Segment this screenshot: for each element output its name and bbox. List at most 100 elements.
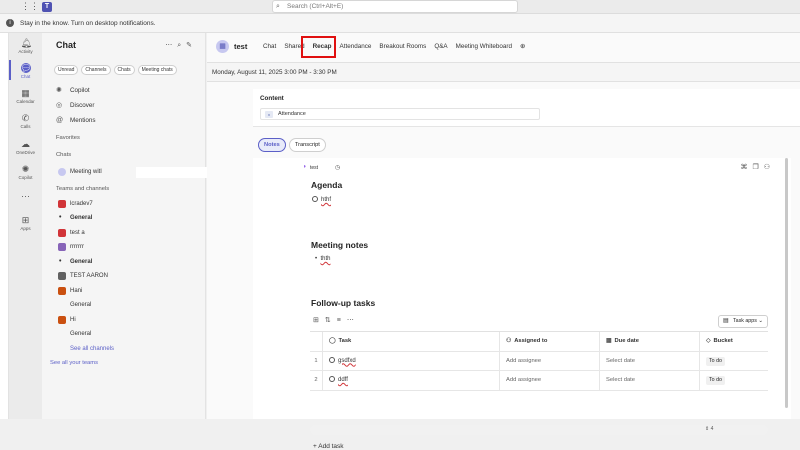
subtab-transcript[interactable]: Transcript (288, 138, 326, 152)
table-scrollbar[interactable]: ⇕ 4 (310, 425, 768, 435)
tab-qa[interactable]: Q&A (430, 43, 451, 50)
team-item[interactable]: rrrrrrr (42, 240, 206, 255)
meeting-tabs: Chat Shared Recap Attendance Breakout Ro… (259, 43, 529, 50)
history-icon[interactable]: ◷ (335, 164, 340, 171)
app-launcher-icon[interactable]: ⋮⋮ (21, 2, 39, 11)
table-view-icon[interactable]: ⊞ (313, 317, 325, 324)
favorites-header[interactable]: Favorites (42, 131, 206, 146)
add-tab-icon[interactable]: ⊕ (516, 43, 529, 50)
rail-more[interactable]: ··· (9, 191, 42, 202)
rail-apps[interactable]: ⊞ Apps (9, 215, 42, 231)
task-apps-button[interactable]: ▤ Task apps ⌄ (718, 315, 768, 328)
person-icon: ⚇ (506, 338, 512, 344)
calendar-icon: ▦ (216, 40, 229, 53)
rail-calls[interactable]: ✆ Calls (9, 113, 42, 129)
new-chat-icon[interactable]: ✎ (186, 42, 197, 49)
column-label: Bucket (713, 338, 733, 344)
doc-scrollbar[interactable] (785, 158, 788, 408)
filter-meeting-chats[interactable]: Meeting chats (137, 65, 177, 75)
checkbox-icon[interactable] (329, 356, 335, 363)
rail-active-indicator (9, 60, 11, 80)
subtab-notes[interactable]: Notes (258, 138, 286, 152)
bucket-badge: To do (706, 356, 725, 366)
rail-onedrive[interactable]: ☁︎ OneDrive (9, 139, 42, 155)
meeting-notes-heading: Meeting notes (311, 240, 369, 250)
chats-header[interactable]: Chats (42, 148, 206, 163)
assignee-cell[interactable]: Add assignee (499, 351, 599, 371)
more-icon: ··· (21, 191, 30, 201)
team-item[interactable]: lcradev7 (42, 197, 206, 212)
bucket-cell[interactable]: To do (699, 371, 768, 391)
column-header-bucket[interactable]: ◇ Bucket (699, 332, 768, 352)
notes-bullet[interactable]: • thth (315, 256, 330, 262)
tab-breakout-rooms[interactable]: Breakout Rooms (375, 43, 430, 50)
search-icon[interactable]: ⌕ (177, 42, 186, 49)
teams-header[interactable]: Teams and channels (42, 182, 206, 197)
due-date-cell[interactable]: Select date (599, 351, 699, 371)
channel-item[interactable]: • General (42, 255, 206, 270)
tab-meeting-whiteboard[interactable]: Meeting Whiteboard (452, 43, 516, 50)
meeting-chat-label: Meeting witl (70, 169, 102, 175)
rail-calendar[interactable]: ▦ Calendar (9, 88, 42, 104)
channel-item[interactable]: General (42, 327, 206, 342)
column-header-due[interactable]: ▦ Due date (599, 332, 699, 352)
column-header-assigned[interactable]: ⚇ Assigned to (499, 332, 599, 352)
agenda-heading: Agenda (311, 180, 343, 190)
bucket-badge: To do (706, 376, 725, 385)
task-apps-label: Task apps (733, 318, 757, 324)
people-icon[interactable]: ⚇ (764, 164, 775, 171)
filter-channels[interactable]: Channels (81, 65, 111, 75)
assignee-cell[interactable]: Add assignee (499, 371, 599, 391)
sort-icon[interactable]: ⇅ (325, 317, 337, 324)
channel-label: General (70, 302, 92, 308)
row-number-header (310, 332, 322, 352)
filter-chats[interactable]: Chats (113, 65, 135, 75)
nav-discover[interactable]: ◎ Discover (42, 98, 206, 113)
followup-heading: Follow-up tasks (311, 298, 376, 308)
doc-author-name: test (310, 165, 319, 171)
task-cell[interactable]: ddff (322, 371, 499, 391)
filter-icon[interactable]: ≡ (337, 317, 347, 324)
agenda-item[interactable]: hthf (312, 196, 331, 203)
team-item[interactable]: Hani (42, 284, 206, 299)
filter-unread[interactable]: Unread (54, 65, 79, 75)
channel-item[interactable]: General (42, 298, 206, 313)
checkbox-icon[interactable] (329, 376, 335, 382)
tab-attendance[interactable]: Attendance (336, 43, 376, 50)
recap-highlight-box (301, 36, 336, 58)
share-icon[interactable]: ⌘ (740, 164, 752, 171)
bucket-cell[interactable]: To do (699, 351, 768, 371)
task-cell[interactable]: gsdfxd (322, 351, 499, 371)
rail-label: Activity (18, 49, 33, 54)
channel-item[interactable]: • General (42, 211, 206, 226)
team-item[interactable]: Hi (42, 313, 206, 328)
title-bar: ⋮⋮ T ⌕ Search (Ctrl+Alt+E) (0, 0, 800, 14)
add-task-button[interactable]: + Add task (313, 443, 344, 450)
team-item[interactable]: test a (42, 226, 206, 241)
rail-chat[interactable]: 💬︎ Chat (9, 63, 42, 79)
more-options-icon[interactable]: ⋯ (347, 317, 360, 324)
search-input[interactable]: ⌕ Search (Ctrl+Alt+E) (272, 0, 518, 13)
meeting-chat-item[interactable]: Meeting witl (42, 165, 224, 180)
calendar-icon: ▦ (21, 88, 30, 98)
rail-activity[interactable]: 🔔︎ Activity (9, 38, 42, 54)
copy-icon[interactable]: ❐ (752, 164, 763, 171)
copilot-icon: ✺ (21, 164, 30, 174)
team-item[interactable]: TEST AARON (42, 269, 206, 284)
unread-dot-icon: • (59, 214, 62, 221)
phone-icon: ✆ (21, 113, 30, 123)
notes-document[interactable]: ◗ test ◷ ⌘❐⚇ Agenda hthf Meeting notes •… (253, 158, 791, 450)
checkbox-icon[interactable] (312, 196, 318, 202)
more-options-icon[interactable]: ⋯ (165, 42, 177, 49)
nav-mentions[interactable]: @ Mentions (42, 113, 206, 128)
nav-copilot[interactable]: ✺ Copilot (42, 83, 206, 98)
tab-chat[interactable]: Chat (259, 43, 280, 50)
see-all-teams-link[interactable]: See all your teams (42, 356, 206, 371)
rail-copilot[interactable]: ✺ Copilot (9, 164, 42, 180)
team-avatar (58, 199, 66, 208)
see-all-channels-link[interactable]: See all channels (42, 342, 206, 357)
due-date-cell[interactable]: Select date (599, 371, 699, 391)
column-header-task[interactable]: ◯ Task (322, 332, 499, 352)
attendance-file[interactable]: x Attendance (260, 108, 540, 120)
chat-pane-title: Chat (56, 40, 76, 50)
